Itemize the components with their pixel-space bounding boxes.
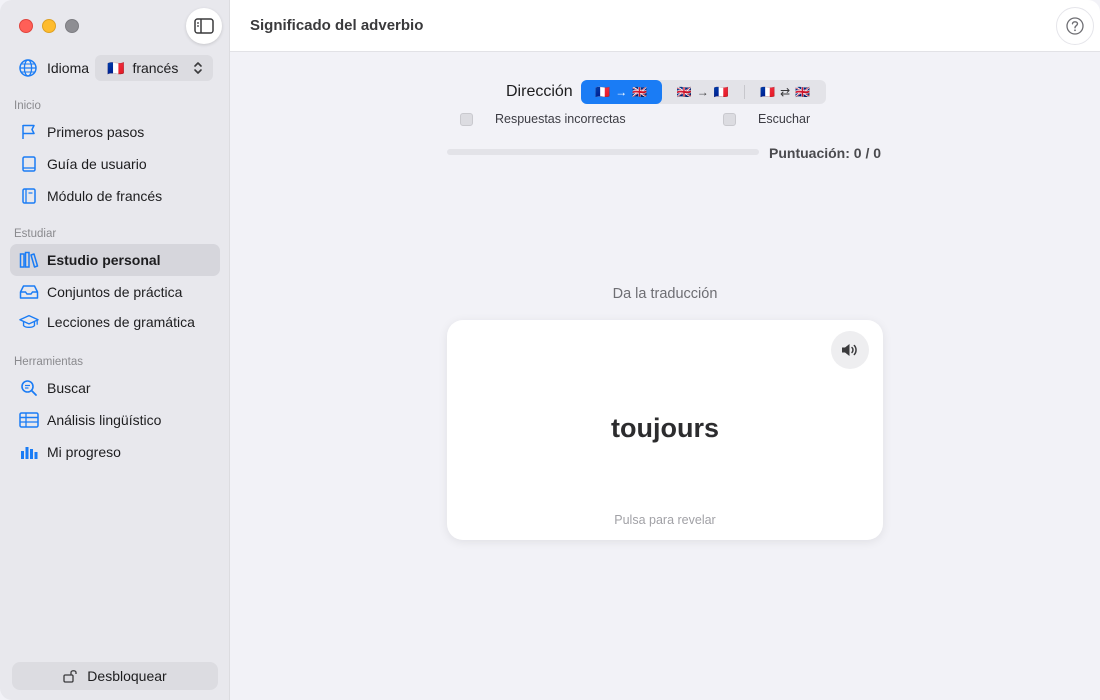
sidebar-item-label: Buscar <box>47 380 91 396</box>
books-icon <box>19 250 39 270</box>
toolbar: Significado del adverbio <box>230 0 1100 52</box>
sidebar-item-label: Guía de usuario <box>47 156 147 172</box>
flag-icon <box>19 122 39 142</box>
french-flag-icon: 🇫🇷 <box>595 85 611 99</box>
prompt-text: Da la traducción <box>612 286 718 302</box>
book-closed-icon <box>19 186 39 206</box>
french-flag-icon: 🇫🇷 <box>107 59 125 76</box>
main-content: Significado del adverbio Dirección 🇫🇷 → … <box>230 0 1100 700</box>
sidebar-item-label: Conjuntos de práctica <box>47 284 183 300</box>
chevron-up-down-icon <box>194 62 202 74</box>
direction-option-fr-en[interactable]: 🇫🇷 → 🇬🇧 <box>580 80 662 104</box>
sidebar-icon <box>194 18 214 34</box>
section-title-herramientas: Herramientas <box>14 356 84 368</box>
sidebar-item-lecciones[interactable]: Lecciones de gramática <box>10 306 220 338</box>
flashcard-word: toujours <box>611 413 719 443</box>
sidebar-toggle-button[interactable] <box>186 8 222 44</box>
sidebar: Idioma 🇫🇷 francés Inicio Primeros pasos … <box>0 0 230 700</box>
app-window: Idioma 🇫🇷 francés Inicio Primeros pasos … <box>0 0 1100 700</box>
listen-checkbox[interactable]: Escuchar <box>723 112 810 126</box>
tray-icon <box>19 282 39 302</box>
sidebar-item-conjuntos[interactable]: Conjuntos de práctica <box>10 276 220 308</box>
checkbox-box[interactable] <box>723 112 736 126</box>
flashcard[interactable]: toujours Pulsa para revelar <box>447 320 883 540</box>
magnifier-icon <box>19 378 39 398</box>
arrows-swap-icon: ⇄ <box>780 85 791 99</box>
direction-option-en-fr[interactable]: 🇬🇧 → 🇫🇷 <box>662 80 744 104</box>
sidebar-item-modulo-frances[interactable]: Módulo de francés <box>10 180 220 212</box>
speak-button[interactable] <box>831 331 869 369</box>
bar-chart-icon <box>19 442 39 462</box>
french-flag-icon: 🇫🇷 <box>760 85 776 99</box>
arrow-right-icon: → <box>615 85 628 99</box>
checkbox-box[interactable] <box>460 112 473 126</box>
speaker-icon <box>842 344 857 356</box>
language-select[interactable]: 🇫🇷 francés <box>95 55 213 81</box>
section-title-estudiar: Estudiar <box>14 228 57 240</box>
close-window-button[interactable] <box>19 19 33 33</box>
direction-label: Dirección <box>506 83 573 100</box>
sidebar-item-label: Mi progreso <box>47 444 121 460</box>
direction-option-both[interactable]: 🇫🇷 ⇄ 🇬🇧 <box>745 80 826 104</box>
reveal-hint: Pulsa para revelar <box>614 513 716 527</box>
wrong-answers-checkbox[interactable]: Respuestas incorrectas <box>460 112 626 126</box>
window-controls <box>19 19 79 33</box>
direction-row: Dirección 🇫🇷 → 🇬🇧 🇬🇧 → 🇫🇷 🇫🇷 ⇄ 🇬🇧 <box>506 80 826 104</box>
direction-segmented-control: 🇫🇷 → 🇬🇧 🇬🇧 → 🇫🇷 🇫🇷 ⇄ 🇬🇧 <box>580 80 826 104</box>
language-row: Idioma 🇫🇷 francés <box>18 55 218 81</box>
sidebar-item-guia-usuario[interactable]: Guía de usuario <box>10 148 220 180</box>
sidebar-item-label: Módulo de francés <box>47 188 163 204</box>
graduation-cap-icon <box>19 312 39 332</box>
book-icon <box>19 154 39 174</box>
unlock-label: Desbloquear <box>87 668 167 684</box>
question-circle-icon <box>1066 17 1084 35</box>
sidebar-item-estudio-personal[interactable]: Estudio personal <box>10 244 220 276</box>
globe-icon <box>19 59 37 77</box>
sidebar-item-label: Lecciones de gramática <box>47 314 195 330</box>
page-title: Significado del adverbio <box>250 17 424 34</box>
sidebar-item-primeros-pasos[interactable]: Primeros pasos <box>10 116 220 148</box>
sidebar-item-analisis[interactable]: Análisis lingüístico <box>10 404 220 436</box>
listen-label: Escuchar <box>758 112 811 126</box>
score-progress-bar <box>447 149 759 155</box>
sidebar-item-label: Estudio personal <box>47 252 161 268</box>
wrong-answers-label: Respuestas incorrectas <box>495 112 626 126</box>
zoom-window-button[interactable] <box>65 19 79 33</box>
table-icon <box>19 410 39 430</box>
uk-flag-icon: 🇬🇧 <box>795 85 811 99</box>
options-row: Respuestas incorrectas Escuchar <box>460 112 880 130</box>
arrow-right-icon: → <box>696 85 709 99</box>
language-label: Idioma <box>47 60 90 76</box>
sidebar-item-label: Primeros pasos <box>47 124 145 140</box>
french-flag-icon: 🇫🇷 <box>713 85 729 99</box>
sidebar-item-progreso[interactable]: Mi progreso <box>10 436 220 468</box>
sidebar-item-buscar[interactable]: Buscar <box>10 372 220 404</box>
score-text: Puntuación: 0 / 0 <box>769 145 882 161</box>
unlock-button[interactable]: Desbloquear <box>12 662 218 690</box>
minimize-window-button[interactable] <box>42 19 56 33</box>
language-value: francés <box>132 60 179 76</box>
uk-flag-icon: 🇬🇧 <box>676 85 692 99</box>
lock-open-icon <box>63 669 79 683</box>
uk-flag-icon: 🇬🇧 <box>632 85 648 99</box>
help-button[interactable] <box>1056 7 1094 45</box>
section-title-inicio: Inicio <box>14 100 41 112</box>
sidebar-item-label: Análisis lingüístico <box>47 412 162 428</box>
